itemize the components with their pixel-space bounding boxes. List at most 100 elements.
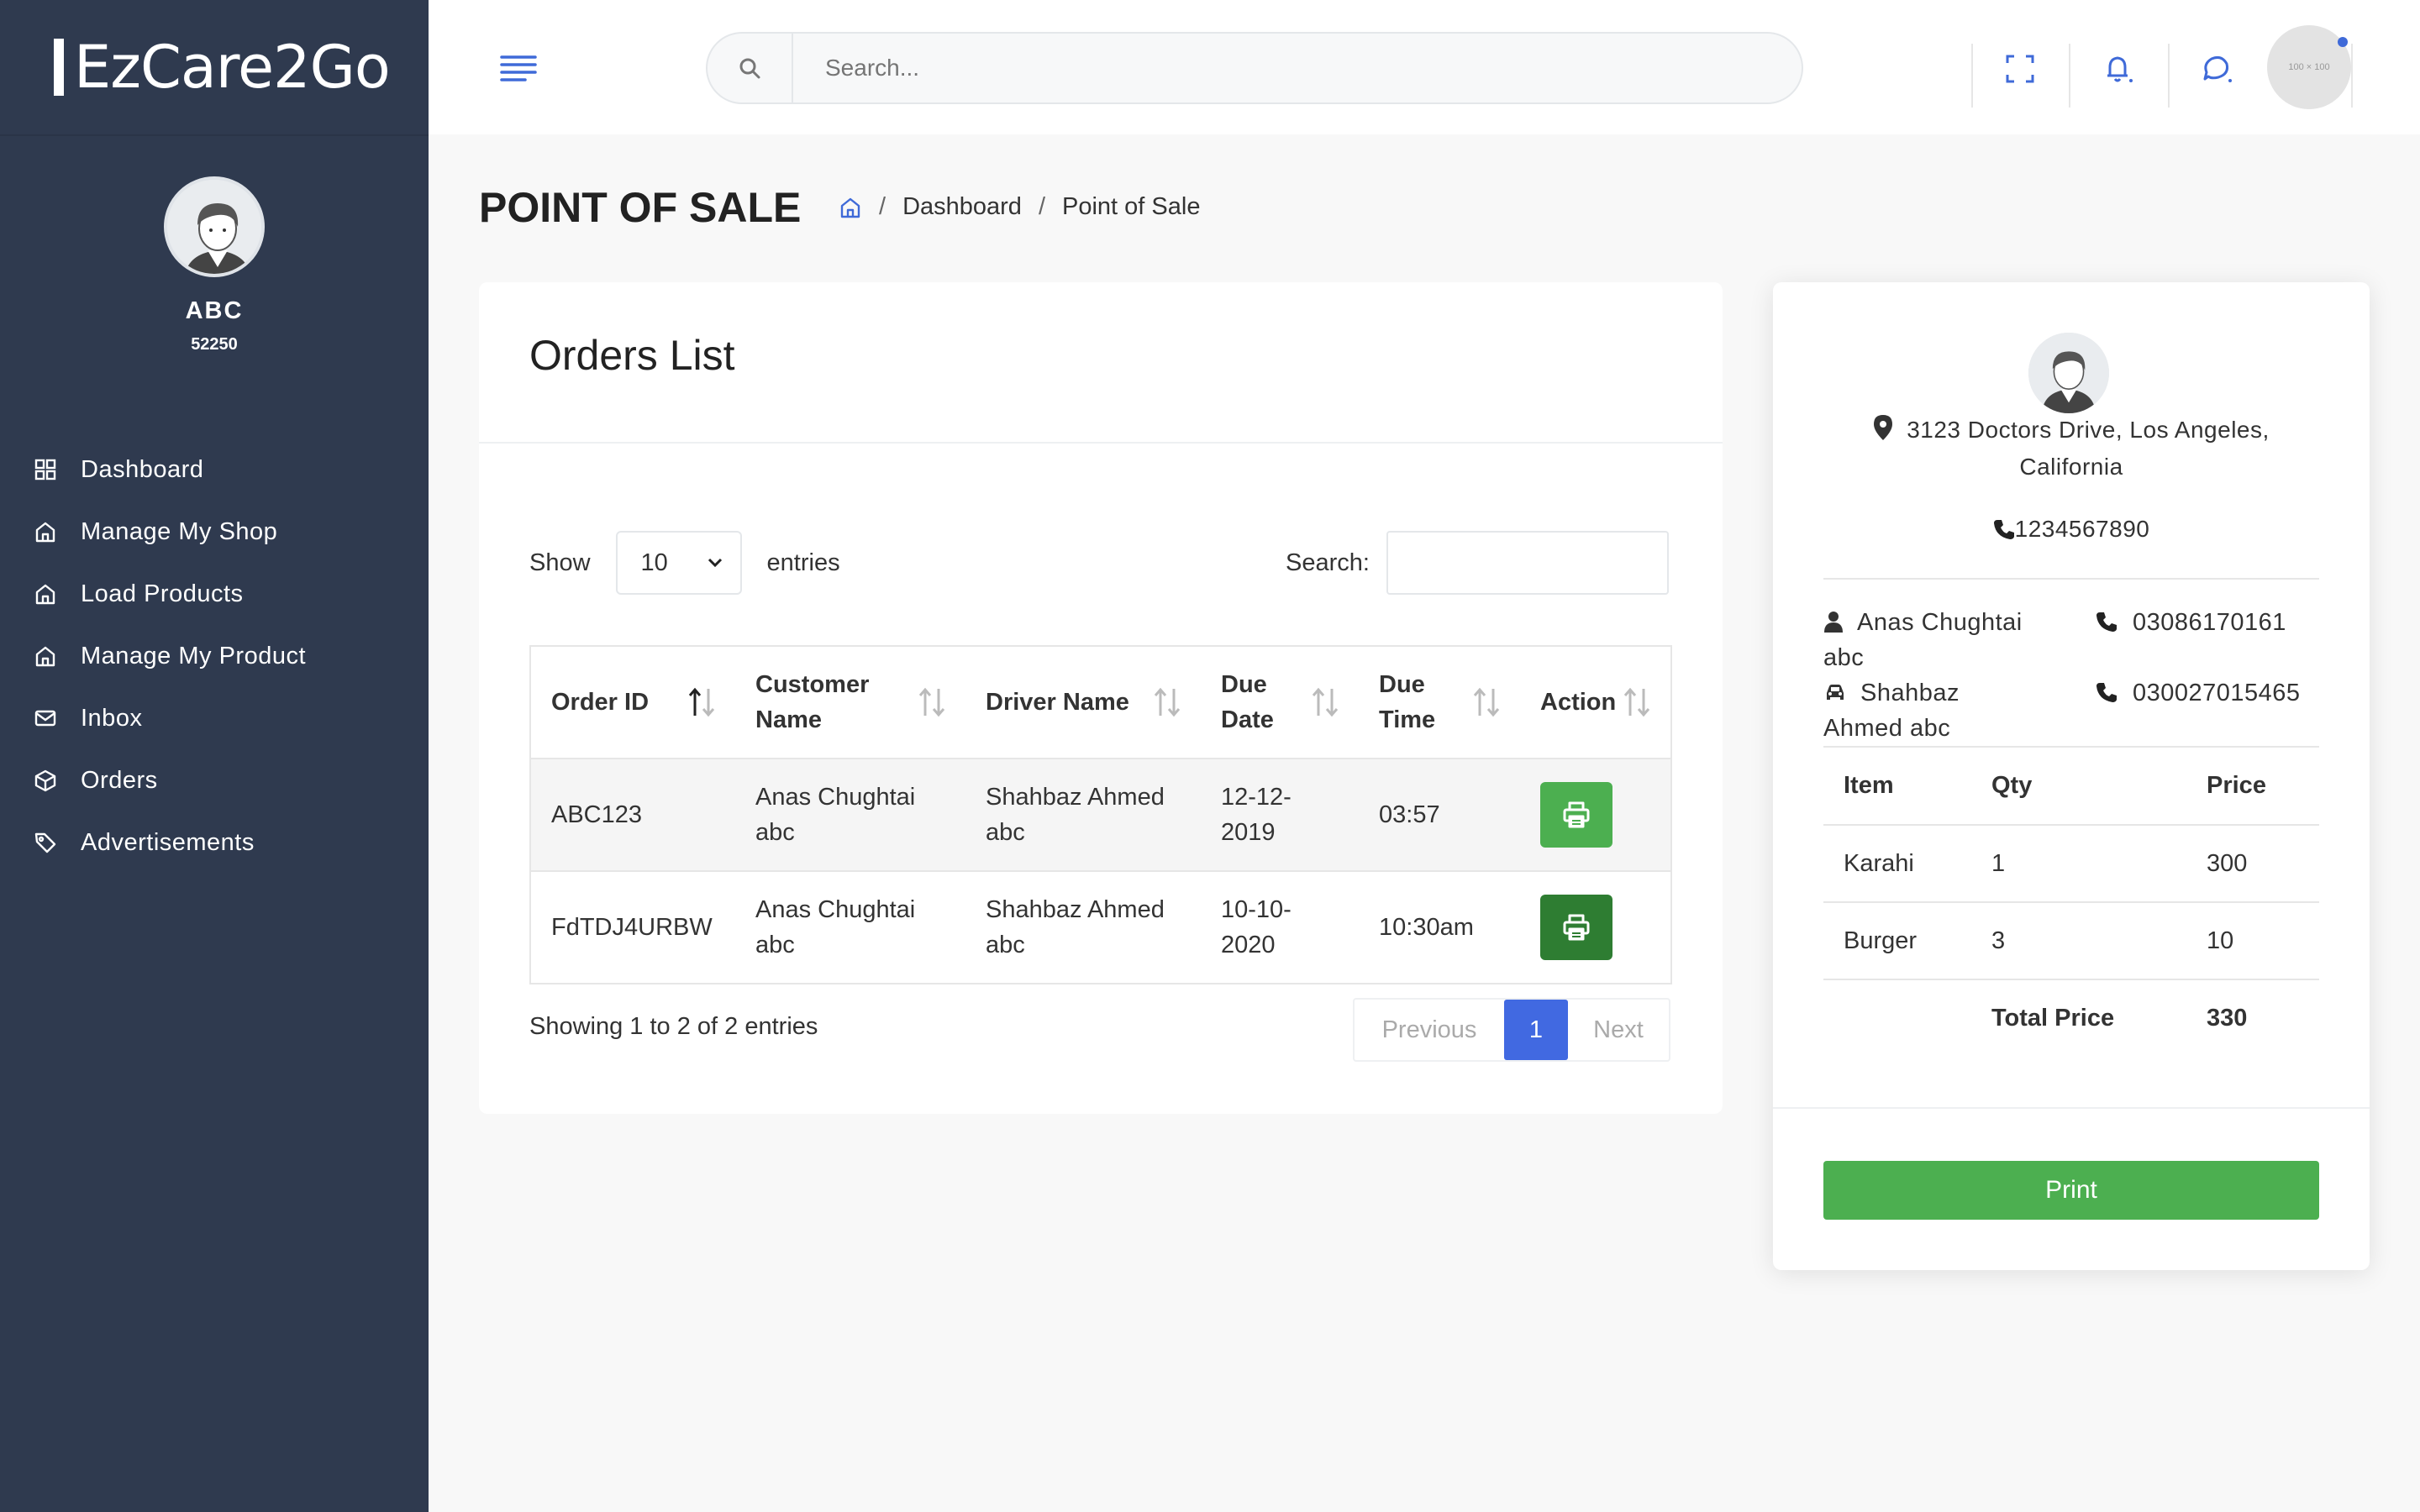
print-button[interactable]: Print — [1823, 1161, 2319, 1220]
brand[interactable]: EzCare2Go — [0, 0, 429, 136]
breadcrumb-separator: / — [1038, 193, 1045, 220]
chat-icon[interactable] — [2198, 50, 2235, 87]
home-icon — [34, 582, 57, 606]
divider — [1823, 578, 2319, 580]
page-title: POINT OF SALE — [479, 184, 802, 231]
previous-page-button[interactable]: Previous — [1355, 1000, 1504, 1060]
sidebar-item-manage-my-shop[interactable]: Manage My Shop — [0, 501, 429, 563]
breadcrumb: / Dashboard / Point of Sale — [839, 193, 1200, 221]
sidebar-profile: ABC 52250 — [0, 136, 429, 354]
avatar[interactable] — [164, 176, 265, 277]
sidebar-item-load-products[interactable]: Load Products — [0, 563, 429, 625]
table-row: FdTDJ4URBW Anas Chughtai abc Shahbaz Ahm… — [530, 870, 1671, 984]
column-order-id[interactable]: Order ID — [530, 645, 735, 759]
print-order-button[interactable] — [1540, 782, 1612, 848]
customer-name: Anas Chughtai abc — [1823, 605, 2067, 675]
table-row: Karahi 1 300 — [1823, 825, 2319, 903]
sort-icon — [1470, 687, 1503, 717]
sidebar-item-advertisements[interactable]: Advertisements — [0, 811, 429, 874]
column-customer-name[interactable]: Customer Name — [735, 645, 965, 759]
divider — [2168, 44, 2170, 108]
cell-price: 300 — [2186, 825, 2319, 903]
avatar-placeholder-text: 100 × 100 — [2288, 62, 2330, 72]
search-icon[interactable] — [708, 34, 793, 102]
column-driver-name[interactable]: Driver Name — [965, 645, 1201, 759]
orders-card-header: Orders List — [479, 282, 1723, 444]
customer-name-text: Anas Chughtai abc — [1823, 609, 2023, 671]
sort-icon — [1620, 687, 1654, 717]
cell-due-date: 12-12-2019 — [1201, 758, 1359, 871]
table-search-label: Search: — [1286, 549, 1370, 576]
cell-driver: Shahbaz Ahmed abc — [965, 870, 1201, 984]
printer-icon — [1563, 801, 1590, 828]
divider — [1971, 44, 1973, 108]
cell-action — [1520, 758, 1671, 871]
fullscreen-icon[interactable] — [2002, 50, 2039, 87]
divider — [1773, 1107, 2370, 1109]
sort-asc-icon — [685, 687, 718, 717]
page-1-button[interactable]: 1 — [1504, 1000, 1568, 1060]
topbar: 100 × 100 — [429, 0, 2420, 134]
column-label: Due Time — [1379, 671, 1436, 733]
home-icon — [34, 520, 57, 543]
cell-order-id: ABC123 — [530, 758, 735, 871]
home-icon[interactable] — [839, 196, 862, 219]
column-qty: Qty — [1971, 748, 2186, 826]
cell-item: Burger — [1823, 902, 1971, 980]
orders-table: Order ID Customer Name Driver Name Due D… — [529, 645, 1672, 984]
table-search: Search: — [1286, 531, 1669, 595]
column-price: Price — [2186, 748, 2319, 826]
printer-icon — [1563, 914, 1590, 941]
entries-select-value: 10 — [640, 549, 668, 576]
menu-toggle-icon[interactable] — [500, 54, 537, 82]
breadcrumb-dashboard[interactable]: Dashboard — [902, 193, 1022, 221]
phone-text: 1234567890 — [2014, 516, 2150, 542]
total-label: Total Price — [1991, 1005, 2115, 1032]
sidebar-item-orders[interactable]: Orders — [0, 749, 429, 811]
cell-order-id: FdTDJ4URBW — [530, 870, 735, 984]
cell-action — [1520, 870, 1671, 984]
driver-phone-text: 030027015465 — [2133, 680, 2301, 706]
shop-phone: 1234567890 — [1773, 516, 2370, 543]
cell-customer: Anas Chughtai abc — [735, 870, 965, 984]
driver-name: Shahbaz Ahmed abc — [1823, 675, 2008, 746]
total-value: 330 — [2207, 1005, 2248, 1032]
column-label: Action — [1540, 689, 1617, 716]
sidebar: EzCare2Go ABC 52250 Dashboard Manage My … — [0, 0, 429, 1512]
brand-bar — [54, 39, 64, 96]
print-order-button[interactable] — [1540, 895, 1612, 960]
table-info: Showing 1 to 2 of 2 entries — [529, 1013, 818, 1040]
cell-due-time: 03:57 — [1359, 758, 1520, 871]
sort-icon — [1308, 687, 1342, 717]
cell-qty: 3 — [1971, 902, 2186, 980]
bell-icon[interactable] — [2101, 50, 2138, 87]
sidebar-item-manage-my-product[interactable]: Manage My Product — [0, 625, 429, 687]
entries-control: Show 10 entries — [529, 531, 840, 595]
sidebar-item-inbox[interactable]: Inbox — [0, 687, 429, 749]
breadcrumb-current: Point of Sale — [1062, 193, 1201, 220]
breadcrumb-separator: / — [879, 193, 886, 220]
phone-icon — [2096, 612, 2117, 632]
column-due-date[interactable]: Due Date — [1201, 645, 1359, 759]
online-status-dot — [2338, 37, 2348, 47]
receipt-card: 3123 Doctors Drive, Los Angeles, Califor… — [1773, 282, 2370, 1270]
cell-qty: 1 — [1971, 825, 2186, 903]
sidebar-item-dashboard[interactable]: Dashboard — [0, 438, 429, 501]
next-page-button[interactable]: Next — [1568, 1000, 1669, 1060]
column-action[interactable]: Action — [1520, 645, 1671, 759]
table-search-input[interactable] — [1386, 531, 1669, 595]
box-icon — [34, 769, 57, 792]
column-due-time[interactable]: Due Time — [1359, 645, 1520, 759]
cell-item: Karahi — [1823, 825, 1971, 903]
profile-code: 52250 — [191, 335, 238, 354]
driver-phone: 030027015465 — [2096, 675, 2301, 711]
entries-select[interactable]: 10 — [615, 531, 742, 595]
sidebar-item-label: Orders — [81, 766, 158, 794]
search-input[interactable] — [793, 55, 1718, 81]
avatar — [2028, 333, 2109, 413]
sidebar-item-label: Inbox — [81, 704, 143, 732]
chevron-down-icon — [708, 558, 722, 568]
sidebar-item-label: Manage My Product — [81, 642, 307, 669]
cell-customer: Anas Chughtai abc — [735, 758, 965, 871]
column-label: Customer Name — [755, 671, 870, 733]
